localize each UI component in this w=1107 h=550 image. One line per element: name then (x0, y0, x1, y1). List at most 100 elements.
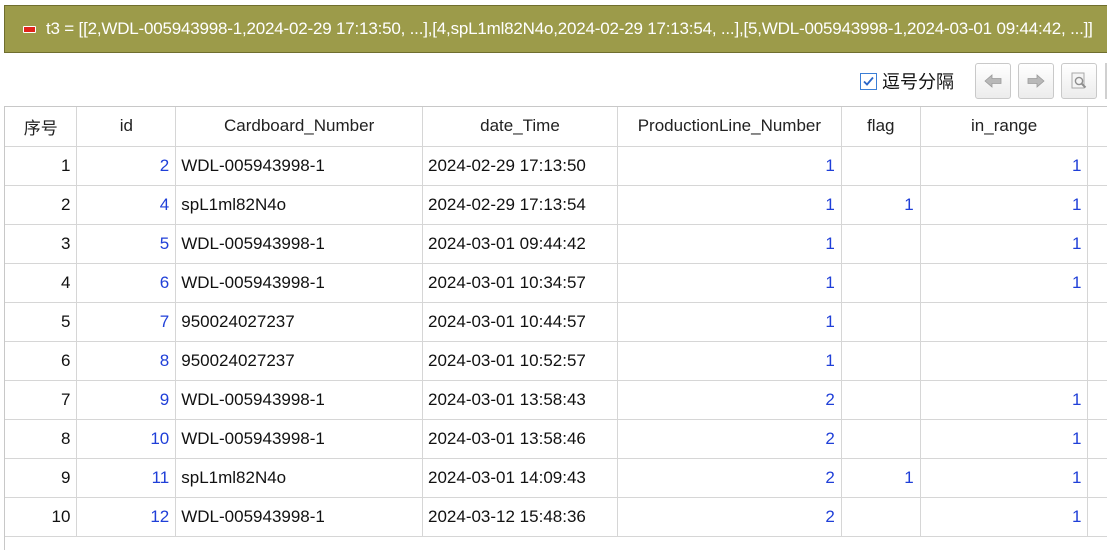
flag-cell[interactable]: 1 (841, 185, 921, 225)
date-time-cell[interactable]: 2024-03-01 13:58:46 (422, 419, 618, 459)
row-seq-cell[interactable]: 4 (5, 263, 78, 303)
row-filler (1087, 302, 1107, 342)
in-range-cell[interactable]: 1 (920, 458, 1089, 498)
flag-cell[interactable] (841, 146, 921, 186)
result-grid[interactable]: 序号 id Cardboard_Number date_Time Product… (4, 106, 1107, 550)
id-cell[interactable]: 12 (76, 497, 177, 537)
row-seq-cell[interactable]: 7 (5, 380, 78, 420)
cardboard-number-cell[interactable]: 950024027237 (175, 341, 423, 381)
row-seq-cell[interactable]: 5 (5, 302, 78, 342)
table-row[interactable]: 10 12 WDL-005943998-1 2024-03-12 15:48:36 2 1 (5, 497, 1107, 537)
cardboard-number-cell[interactable]: WDL-005943998-1 (175, 497, 423, 537)
column-header-date-time[interactable]: date_Time (422, 107, 618, 147)
id-cell[interactable]: 5 (76, 224, 177, 264)
date-time-cell[interactable]: 2024-03-01 10:34:57 (422, 263, 618, 303)
table-row[interactable]: 4 6 WDL-005943998-1 2024-03-01 10:34:57 1 1 (5, 263, 1107, 303)
header-filler (1087, 107, 1107, 147)
flag-cell[interactable] (841, 302, 921, 342)
table-row[interactable]: 9 11 spL1ml82N4o 2024-03-01 14:09:43 2 1 1 (5, 458, 1107, 498)
table-row[interactable]: 1 2 WDL-005943998-1 2024-02-29 17:13:50 1 1 (5, 146, 1107, 186)
production-line-cell[interactable]: 1 (617, 263, 842, 303)
in-range-cell[interactable] (920, 302, 1089, 342)
id-cell[interactable]: 10 (76, 419, 177, 459)
cardboard-number-cell[interactable]: 950024027237 (175, 302, 423, 342)
id-cell[interactable]: 2 (76, 146, 177, 186)
id-cell[interactable]: 4 (76, 185, 177, 225)
column-header-seq[interactable]: 序号 (5, 107, 78, 147)
table-row[interactable]: 2 4 spL1ml82N4o 2024-02-29 17:13:54 1 1 1 (5, 185, 1107, 225)
flag-cell[interactable]: 1 (841, 458, 921, 498)
date-time-cell[interactable]: 2024-03-01 10:44:57 (422, 302, 618, 342)
id-cell[interactable]: 6 (76, 263, 177, 303)
comma-separated-option[interactable]: 逗号分隔 (860, 68, 954, 94)
cardboard-number-cell[interactable]: spL1ml82N4o (175, 458, 423, 498)
date-time-cell[interactable]: 2024-03-12 15:48:36 (422, 497, 618, 537)
flag-cell[interactable] (841, 497, 921, 537)
date-time-cell[interactable]: 2024-03-01 09:44:42 (422, 224, 618, 264)
next-button[interactable] (1018, 63, 1054, 99)
cardboard-number-cell[interactable]: WDL-005943998-1 (175, 380, 423, 420)
flag-cell[interactable] (841, 341, 921, 381)
cardboard-number-cell[interactable]: spL1ml82N4o (175, 185, 423, 225)
production-line-cell[interactable]: 1 (617, 146, 842, 186)
production-line-cell[interactable]: 1 (617, 302, 842, 342)
in-range-cell[interactable]: 1 (920, 263, 1089, 303)
production-line-cell[interactable]: 2 (617, 419, 842, 459)
production-line-cell[interactable]: 1 (617, 185, 842, 225)
table-body: 1 2 WDL-005943998-1 2024-02-29 17:13:50 1 1 2 4… (5, 146, 1107, 537)
variable-value-text: t3 = [[2,WDL-005943998-1,2024-02-29 17:1… (46, 19, 1093, 38)
cardboard-number-cell[interactable]: WDL-005943998-1 (175, 263, 423, 303)
flag-cell[interactable] (841, 263, 921, 303)
production-line-cell[interactable]: 2 (617, 497, 842, 537)
in-range-cell[interactable]: 1 (920, 146, 1089, 186)
in-range-cell[interactable]: 1 (920, 185, 1089, 225)
column-header-id[interactable]: id (76, 107, 177, 147)
cardboard-number-cell[interactable]: WDL-005943998-1 (175, 224, 423, 264)
id-cell[interactable]: 8 (76, 341, 177, 381)
table-row[interactable]: 7 9 WDL-005943998-1 2024-03-01 13:58:43 2 1 (5, 380, 1107, 420)
production-line-cell[interactable]: 2 (617, 458, 842, 498)
arrow-left-icon (984, 74, 1002, 88)
row-seq-cell[interactable]: 1 (5, 146, 78, 186)
column-header-cardboard-number[interactable]: Cardboard_Number (175, 107, 423, 147)
in-range-cell[interactable] (920, 341, 1089, 381)
row-seq-cell[interactable]: 2 (5, 185, 78, 225)
production-line-cell[interactable]: 1 (617, 224, 842, 264)
table-row[interactable]: 8 10 WDL-005943998-1 2024-03-01 13:58:46 2 1 (5, 419, 1107, 459)
cardboard-number-cell[interactable]: WDL-005943998-1 (175, 146, 423, 186)
row-seq-cell[interactable]: 10 (5, 497, 78, 537)
table-row[interactable]: 6 8 950024027237 2024-03-01 10:52:57 1 (5, 341, 1107, 381)
date-time-cell[interactable]: 2024-03-01 10:52:57 (422, 341, 618, 381)
date-time-cell[interactable]: 2024-03-01 13:58:43 (422, 380, 618, 420)
date-time-cell[interactable]: 2024-02-29 17:13:54 (422, 185, 618, 225)
row-seq-cell[interactable]: 6 (5, 341, 78, 381)
column-header-in-range[interactable]: in_range (920, 107, 1089, 147)
id-cell[interactable]: 11 (76, 458, 177, 498)
row-seq-cell[interactable]: 8 (5, 419, 78, 459)
in-range-cell[interactable]: 1 (920, 419, 1089, 459)
id-cell[interactable]: 9 (76, 380, 177, 420)
flag-cell[interactable] (841, 419, 921, 459)
date-time-cell[interactable]: 2024-02-29 17:13:50 (422, 146, 618, 186)
table-row[interactable]: 5 7 950024027237 2024-03-01 10:44:57 1 (5, 302, 1107, 342)
in-range-cell[interactable]: 1 (920, 224, 1089, 264)
table-row[interactable]: 3 5 WDL-005943998-1 2024-03-01 09:44:42 1 1 (5, 224, 1107, 264)
preview-button[interactable] (1061, 63, 1097, 99)
row-filler (1087, 146, 1107, 186)
column-header-flag[interactable]: flag (841, 107, 921, 147)
column-header-production-line-number[interactable]: ProductionLine_Number (617, 107, 842, 147)
previous-button[interactable] (975, 63, 1011, 99)
date-time-cell[interactable]: 2024-03-01 14:09:43 (422, 458, 618, 498)
in-range-cell[interactable]: 1 (920, 380, 1089, 420)
in-range-cell[interactable]: 1 (920, 497, 1089, 537)
production-line-cell[interactable]: 1 (617, 341, 842, 381)
comma-separated-checkbox[interactable] (860, 72, 877, 90)
row-seq-cell[interactable]: 9 (5, 458, 78, 498)
flag-cell[interactable] (841, 380, 921, 420)
id-cell[interactable]: 7 (76, 302, 177, 342)
production-line-cell[interactable]: 2 (617, 380, 842, 420)
row-seq-cell[interactable]: 3 (5, 224, 78, 264)
row-filler (1087, 341, 1107, 381)
flag-cell[interactable] (841, 224, 921, 264)
cardboard-number-cell[interactable]: WDL-005943998-1 (175, 419, 423, 459)
